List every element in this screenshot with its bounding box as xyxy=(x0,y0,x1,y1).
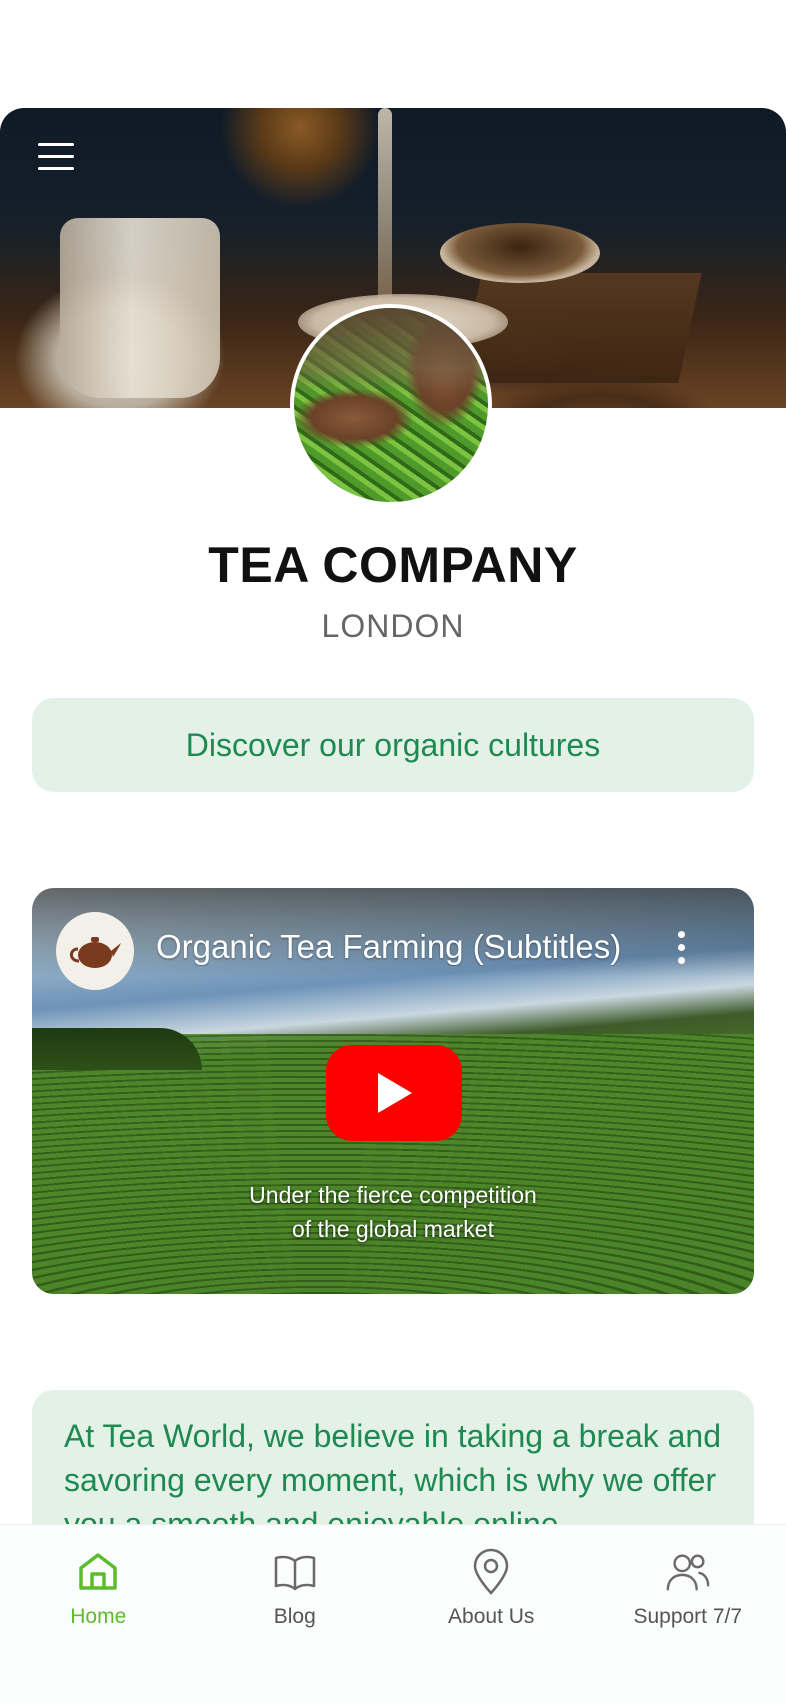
page-title: TEA COMPANY xyxy=(208,537,578,593)
caption-line: Under the fierce competition xyxy=(249,1182,537,1208)
cup-decoration xyxy=(440,223,600,283)
menu-line xyxy=(38,142,74,146)
page: TEA COMPANY LONDON Discover our organic … xyxy=(0,0,786,1704)
pitcher-decoration xyxy=(60,218,220,398)
menu-line xyxy=(38,154,74,158)
home-icon xyxy=(75,1549,121,1595)
discover-button[interactable]: Discover our organic cultures xyxy=(32,698,754,792)
nav-label: Home xyxy=(70,1605,127,1628)
video-title[interactable]: Organic Tea Farming (Subtitles) xyxy=(156,928,636,966)
users-icon xyxy=(665,1549,711,1595)
nav-label: Blog xyxy=(273,1605,316,1628)
dot xyxy=(677,956,685,964)
more-vertical-icon[interactable] xyxy=(666,924,696,970)
map-pin-icon xyxy=(468,1548,514,1595)
location-subtitle: LONDON xyxy=(321,608,465,644)
channel-avatar[interactable] xyxy=(56,912,134,990)
youtube-play-icon[interactable] xyxy=(326,1045,462,1141)
teapot-icon xyxy=(69,937,121,968)
hamburger-menu-icon[interactable] xyxy=(30,136,82,176)
video-player[interactable]: Organic Tea Farming (Subtitles) Under th… xyxy=(32,888,754,1294)
dot xyxy=(677,930,685,938)
nav-item-blog[interactable]: Blog xyxy=(197,1525,394,1704)
nav-item-about-us[interactable]: About Us xyxy=(393,1525,590,1704)
menu-line xyxy=(38,166,74,170)
nav-label: Support 7/7 xyxy=(633,1605,743,1628)
caption-line: of the global market xyxy=(291,1216,494,1242)
video-thumbnail-trees xyxy=(32,1028,202,1070)
avatar xyxy=(290,304,492,506)
nav-label: About Us xyxy=(448,1605,535,1628)
video-caption: Under the fierce competition of the glob… xyxy=(32,1178,754,1246)
nav-item-support[interactable]: Support 7/7 xyxy=(590,1525,786,1704)
tea-stream-decoration xyxy=(378,108,392,318)
nav-item-home[interactable]: Home xyxy=(0,1525,197,1704)
book-icon xyxy=(272,1549,318,1595)
dot xyxy=(677,943,685,951)
bottom-navigation: Home Blog About Us Support 7/7 xyxy=(0,1524,786,1704)
play-triangle-icon xyxy=(378,1073,412,1113)
